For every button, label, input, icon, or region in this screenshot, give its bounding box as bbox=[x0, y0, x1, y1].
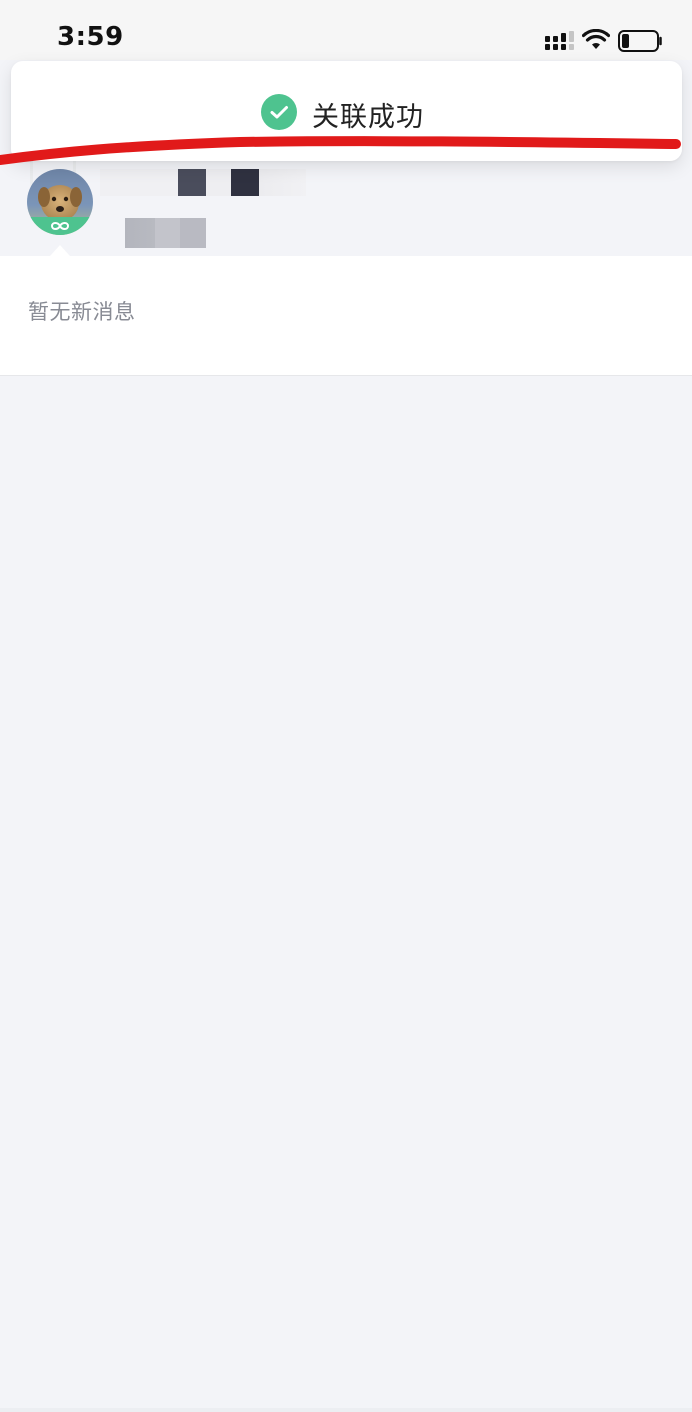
check-circle-icon bbox=[261, 94, 297, 130]
message-card: 暂无新消息 bbox=[0, 256, 692, 376]
empty-messages-text: 暂无新消息 bbox=[28, 300, 136, 324]
profile-subtitle-redacted bbox=[100, 218, 306, 248]
avatar-caret bbox=[50, 245, 70, 256]
wifi-icon bbox=[582, 29, 610, 49]
success-toast: 关联成功 bbox=[11, 61, 682, 161]
avatar[interactable] bbox=[27, 169, 93, 235]
home-indicator bbox=[0, 1408, 692, 1412]
signal-icon bbox=[545, 31, 574, 50]
status-time: 3:59 bbox=[57, 22, 124, 52]
battery-icon bbox=[618, 30, 662, 52]
status-bar: 3:59 bbox=[0, 0, 692, 60]
profile-name-redacted bbox=[100, 169, 306, 196]
toast-message: 关联成功 bbox=[312, 102, 424, 133]
